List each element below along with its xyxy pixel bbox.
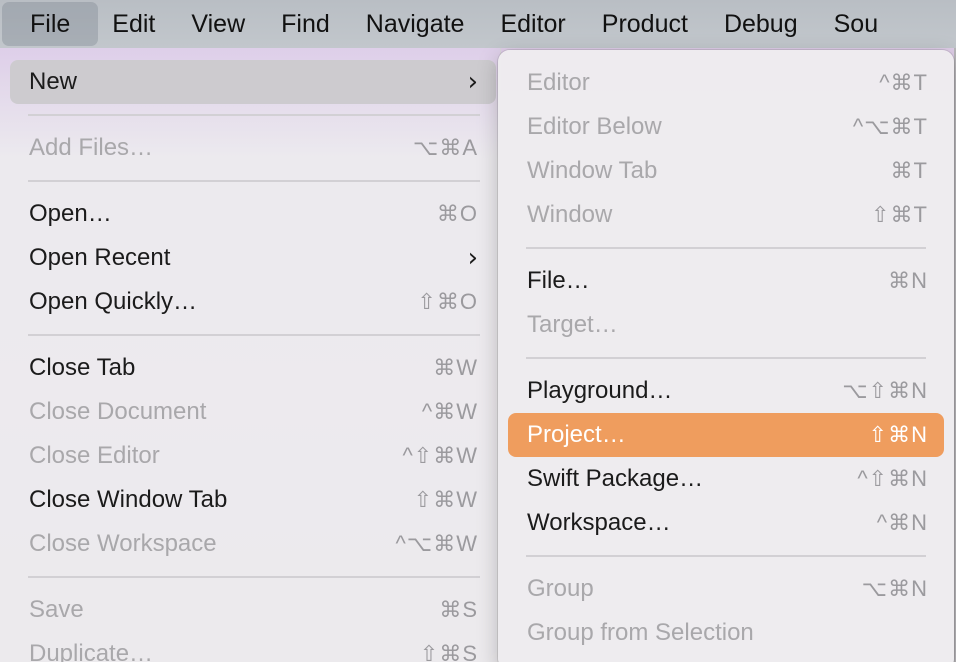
menu-item-duplicate[interactable]: Duplicate… ⇧⌘S [10,632,496,662]
submenu-item-group[interactable]: Group ⌥⌘N [508,567,944,611]
menu-item-shortcut: ⌥⌘A [412,135,478,160]
menu-item-add-files[interactable]: Add Files… ⌥⌘A [10,126,496,170]
menu-item-shortcut: ⌥⌘N [861,576,928,601]
menubar-debug[interactable]: Debug [710,2,820,46]
menu-item-shortcut: ⌘W [433,355,478,380]
menu-item-shortcut: ⇧⌘T [871,202,928,227]
menu-item-label: Workspace… [527,509,671,536]
menu-item-shortcut: ⇧⌘N [868,422,928,447]
menu-item-shortcut: ^⌘N [876,510,928,535]
menubar-editor[interactable]: Editor [486,2,587,46]
menu-separator [28,576,480,578]
submenu-item-file[interactable]: File… ⌘N [508,259,944,303]
menu-item-open-quickly[interactable]: Open Quickly… ⇧⌘O [10,280,496,324]
menu-item-label: Open… [29,200,112,227]
menu-item-label: Close Workspace [29,530,217,557]
submenu-item-window-tab[interactable]: Window Tab ⌘T [508,149,944,193]
screen: File Edit View Find Navigate Editor Prod… [0,0,956,662]
menu-item-shortcut: ⌘N [888,268,928,293]
menu-item-close-editor[interactable]: Close Editor ^⇧⌘W [10,434,496,478]
menu-bar: File Edit View Find Navigate Editor Prod… [0,0,956,48]
menubar-source-control[interactable]: Sou [820,2,878,46]
menu-item-label: File… [527,267,590,294]
menu-separator [526,555,926,557]
new-submenu: Editor ^⌘T Editor Below ^⌥⌘T Window Tab … [498,50,954,662]
menu-item-label: Save [29,596,84,623]
menu-item-label: Add Files… [29,134,154,161]
menu-item-label: Group [527,575,594,602]
submenu-item-editor-below[interactable]: Editor Below ^⌥⌘T [508,105,944,149]
menu-item-close-window-tab[interactable]: Close Window Tab ⇧⌘W [10,478,496,522]
menu-item-shortcut: ^⇧⌘W [402,443,478,468]
menu-item-label: Project… [527,421,626,448]
menu-item-shortcut: ⌘T [890,158,928,183]
menu-item-label: Open Recent [29,244,171,271]
menu-item-open[interactable]: Open… ⌘O [10,192,496,236]
submenu-item-target[interactable]: Target… [508,303,944,347]
menu-item-shortcut: ^⌘T [879,70,928,95]
menu-separator [526,247,926,249]
menu-item-new[interactable]: New › [10,60,496,104]
menu-item-shortcut: ⌥⇧⌘N [842,378,928,403]
chevron-right-icon: › [467,243,478,273]
menu-item-shortcut: ^⌥⌘W [395,531,478,556]
menu-item-label: Group from Selection [527,619,754,646]
menu-separator [526,357,926,359]
menubar-view[interactable]: View [177,2,267,46]
menu-item-shortcut: ^⇧⌘N [857,466,928,491]
menu-item-close-workspace[interactable]: Close Workspace ^⌥⌘W [10,522,496,566]
chevron-right-icon: › [467,67,478,97]
menu-item-label: Close Document [29,398,207,425]
menu-separator [28,114,480,116]
menu-item-shortcut: ⇧⌘W [413,487,478,512]
menu-item-label: Close Editor [29,442,160,469]
menubar-product[interactable]: Product [588,2,710,46]
menu-item-label: Close Tab [29,354,136,381]
menu-item-label: Window Tab [527,157,658,184]
menu-item-shortcut: ⌘O [436,201,478,226]
menu-item-open-recent[interactable]: Open Recent › [10,236,496,280]
file-menu: New › Add Files… ⌥⌘A Open… ⌘O Open Recen… [0,48,501,662]
menu-item-shortcut: ^⌥⌘T [852,114,928,139]
menu-item-label: Close Window Tab [29,486,228,513]
menubar-navigate[interactable]: Navigate [352,2,487,46]
submenu-item-swift-package[interactable]: Swift Package… ^⇧⌘N [508,457,944,501]
menu-item-save[interactable]: Save ⌘S [10,588,496,632]
submenu-item-group-from-selection[interactable]: Group from Selection [508,611,944,655]
menu-item-label: Target… [527,311,618,338]
menu-item-label: Swift Package… [527,465,704,492]
submenu-item-workspace[interactable]: Workspace… ^⌘N [508,501,944,545]
menu-item-shortcut: ⇧⌘O [417,289,478,314]
menu-item-label: Duplicate… [29,640,154,662]
menu-item-close-tab[interactable]: Close Tab ⌘W [10,346,496,390]
menu-item-label: Playground… [527,377,673,404]
menu-item-label: New [29,68,78,95]
submenu-item-editor[interactable]: Editor ^⌘T [508,61,944,105]
menu-item-close-document[interactable]: Close Document ^⌘W [10,390,496,434]
menu-item-label: Window [527,201,613,228]
menu-item-shortcut: ⌘S [439,597,478,622]
menubar-edit[interactable]: Edit [98,2,177,46]
menubar-file[interactable]: File [2,2,99,46]
menu-item-shortcut: ⇧⌘S [419,641,478,662]
menu-separator [28,180,480,182]
menu-item-label: Editor Below [527,113,662,140]
menu-item-label: Editor [527,69,590,96]
menubar-find[interactable]: Find [267,2,352,46]
submenu-item-window[interactable]: Window ⇧⌘T [508,193,944,237]
submenu-item-project[interactable]: Project… ⇧⌘N [508,413,944,457]
menu-separator [28,334,480,336]
menu-item-shortcut: ^⌘W [421,399,478,424]
submenu-item-playground[interactable]: Playground… ⌥⇧⌘N [508,369,944,413]
menu-item-label: Open Quickly… [29,288,198,315]
